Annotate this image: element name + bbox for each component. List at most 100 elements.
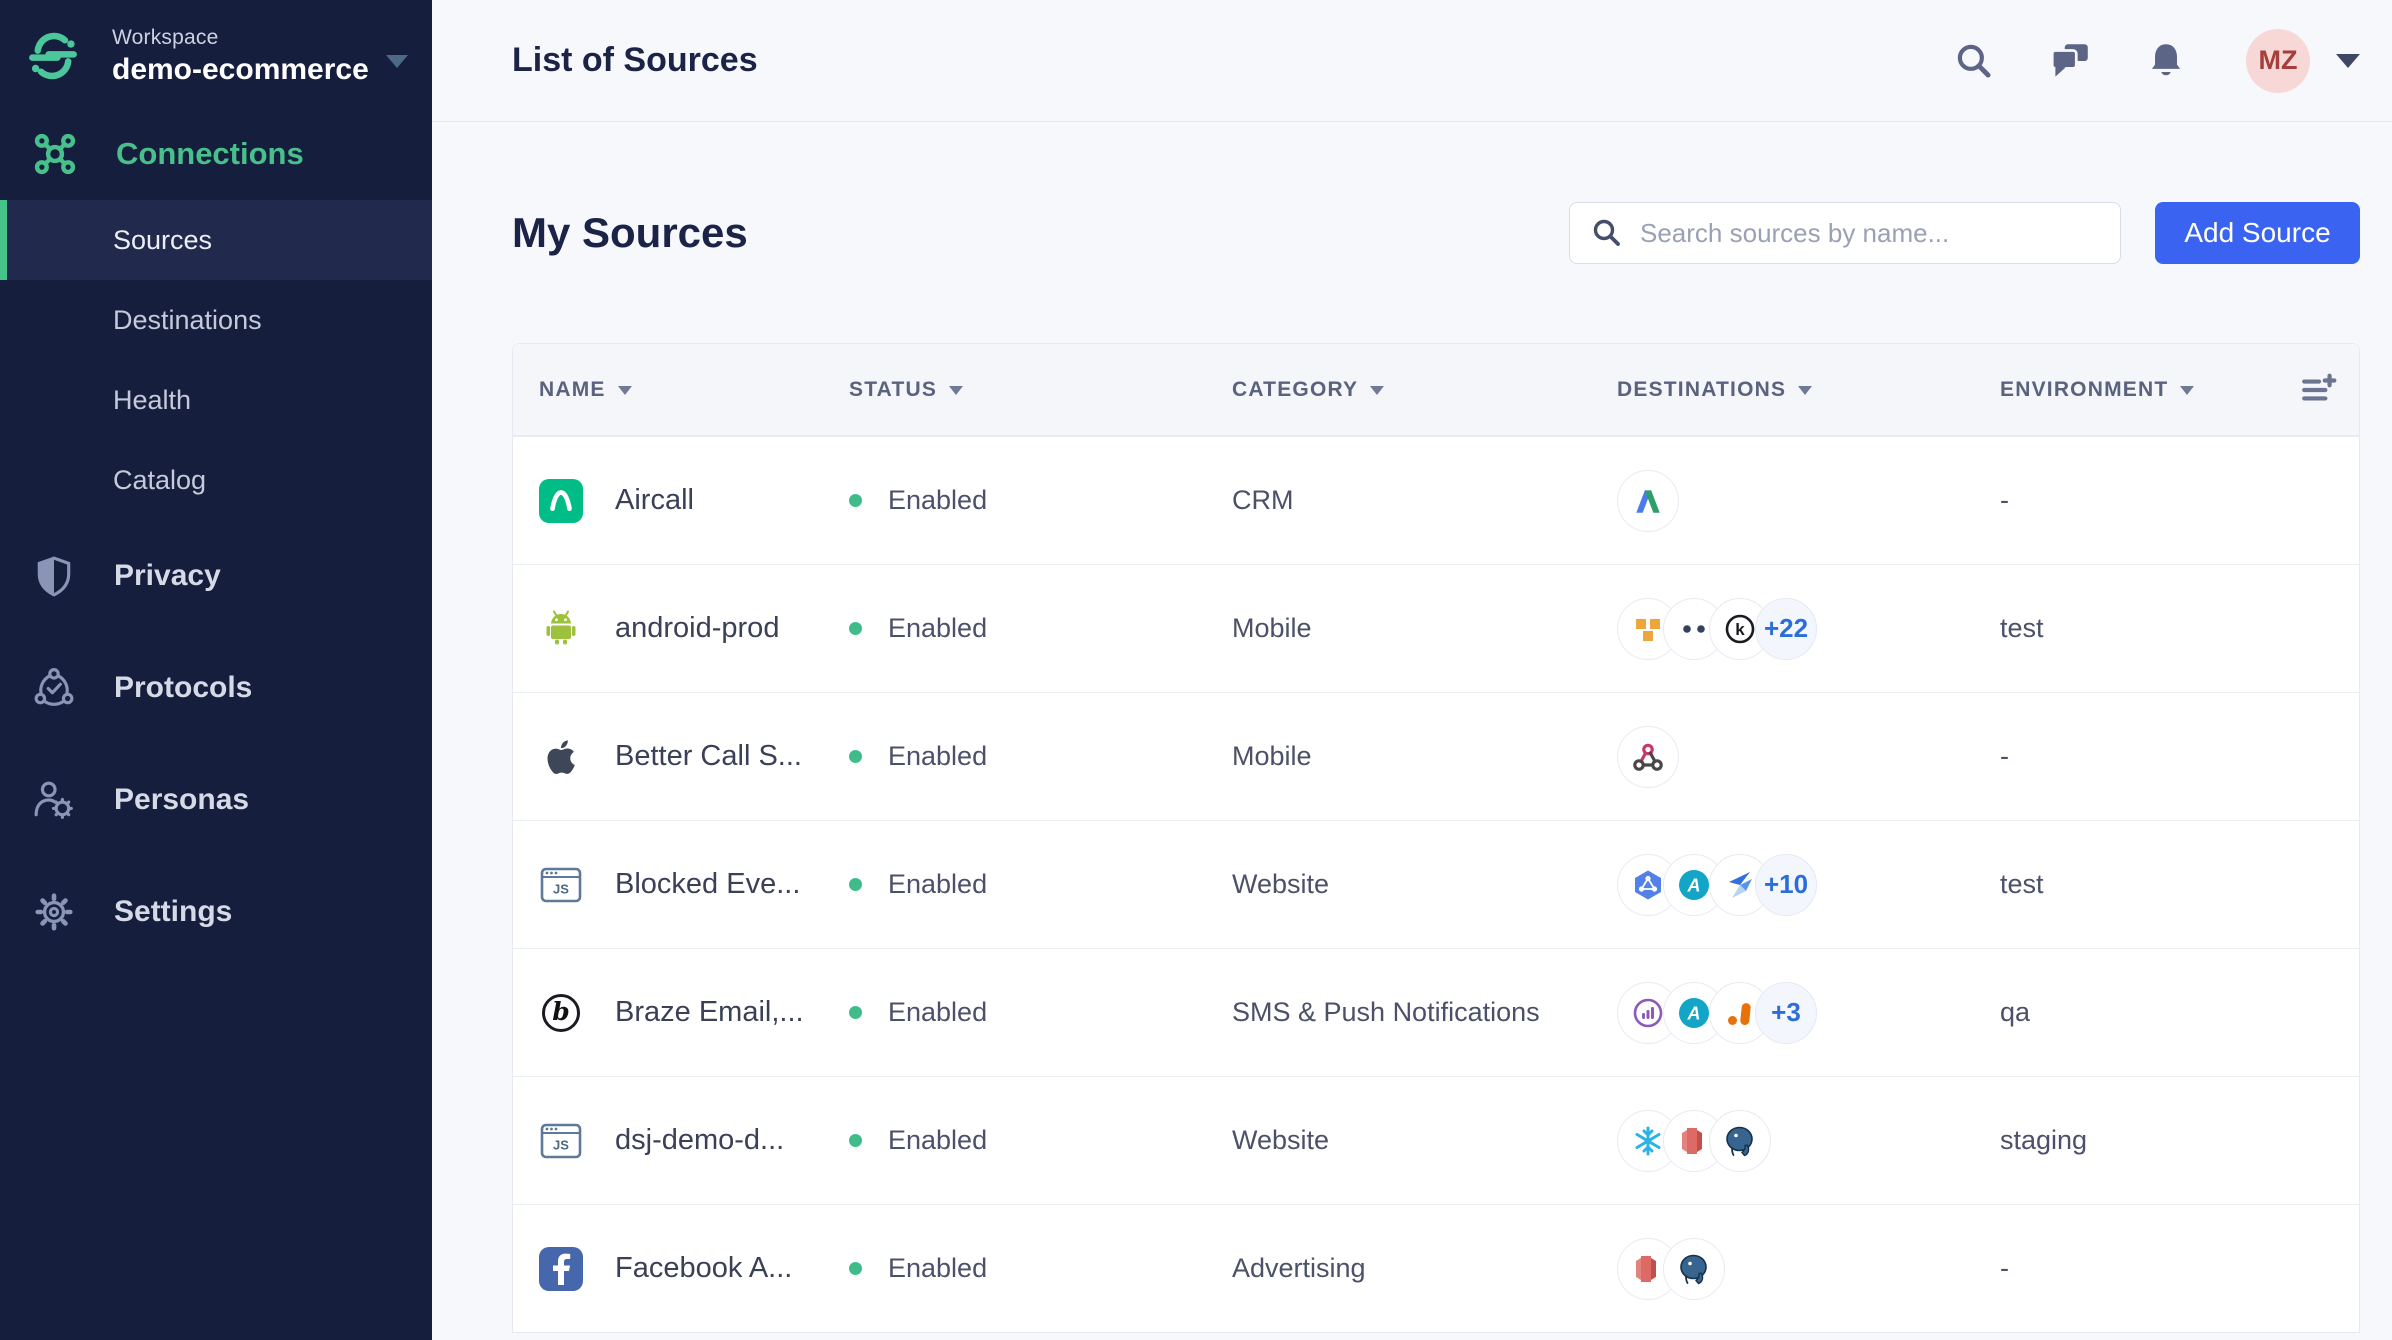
status-text: Enabled xyxy=(888,1125,988,1155)
status-dot xyxy=(849,1134,862,1147)
sidebar-item-health[interactable]: Health xyxy=(0,360,432,440)
bell-icon[interactable] xyxy=(2142,37,2190,85)
source-name: Aircall xyxy=(615,484,694,516)
google-ads-destination-icon xyxy=(1617,469,1679,532)
table-row[interactable]: android-prod Enabled Mobile k +22 test xyxy=(513,564,2359,692)
table-row[interactable]: JS dsj-demo-d... Enabled Website staging xyxy=(513,1076,2359,1204)
column-label: DESTINATIONS xyxy=(1617,377,1787,401)
status-text: Enabled xyxy=(888,613,988,643)
sidebar-item-label: Settings xyxy=(114,895,233,928)
table-row[interactable]: Aircall Enabled CRM - xyxy=(513,436,2359,564)
svg-text:k: k xyxy=(1735,620,1745,639)
column-header-environment[interactable]: ENVIRONMENT xyxy=(2000,378,2300,402)
sidebar-item-connections[interactable]: Connections xyxy=(0,108,432,200)
status-dot xyxy=(849,750,862,763)
status-dot xyxy=(849,1262,862,1275)
app-window: Workspace demo-ecommerce Connections Sou… xyxy=(0,0,2392,1340)
sidebar-item-label: Protocols xyxy=(114,671,253,704)
sidebar-item-label: Privacy xyxy=(114,559,221,592)
sidebar-item-sources[interactable]: Sources xyxy=(0,200,432,280)
add-source-button[interactable]: Add Source xyxy=(2155,202,2360,264)
table-header-row: NAME STATUS CATEGORY DESTINATIONS ENVIRO… xyxy=(513,344,2359,436)
shield-icon xyxy=(32,554,76,598)
column-label: CATEGORY xyxy=(1232,377,1359,401)
sidebar-item-label: Health xyxy=(113,384,192,415)
table-row[interactable]: b Braze Email,... Enabled SMS & Push Not… xyxy=(513,948,2359,1076)
sort-caret-icon xyxy=(1798,386,1813,395)
status-dot xyxy=(849,878,862,891)
workspace-switcher[interactable]: Workspace demo-ecommerce xyxy=(0,0,432,108)
source-name: Better Call S... xyxy=(615,740,802,772)
search-sources-input[interactable] xyxy=(1640,217,2100,249)
sort-caret-icon xyxy=(949,386,964,395)
sort-caret-icon xyxy=(617,386,632,395)
connections-subnav: Sources Destinations Health Catalog xyxy=(0,200,432,520)
svg-text:JS: JS xyxy=(553,1137,569,1152)
main-content: My Sources Add Source NAME xyxy=(432,122,2392,1340)
source-name: Blocked Eve... xyxy=(615,868,801,900)
svg-text:JS: JS xyxy=(553,881,569,896)
column-header-destinations[interactable]: DESTINATIONS xyxy=(1617,378,2000,402)
protocols-icon xyxy=(32,666,76,710)
customize-columns-button[interactable] xyxy=(2300,371,2352,409)
table-row[interactable]: JS Blocked Eve... Enabled Website A +10 … xyxy=(513,820,2359,948)
personas-icon xyxy=(32,778,76,822)
android-source-icon xyxy=(539,607,583,651)
chat-icon[interactable] xyxy=(2046,37,2094,85)
environment-text: - xyxy=(2000,741,2009,771)
facebook-source-icon xyxy=(539,1246,583,1291)
category-text: CRM xyxy=(1232,485,1294,515)
category-text: Mobile xyxy=(1232,741,1312,771)
javascript-website-source-icon: JS xyxy=(539,1119,583,1163)
status-text: Enabled xyxy=(888,485,988,515)
status-text: Enabled xyxy=(888,1253,988,1283)
section-heading: My Sources xyxy=(512,209,748,256)
sidebar-item-label: Sources xyxy=(113,224,213,255)
sort-caret-icon xyxy=(2180,386,2195,395)
postgres-destination-icon xyxy=(1709,1109,1771,1172)
status-dot xyxy=(849,494,862,507)
environment-text: qa xyxy=(2000,997,2031,1027)
segment-logo-icon xyxy=(29,32,77,80)
column-header-status[interactable]: STATUS xyxy=(849,378,1232,402)
workspace-label: Workspace xyxy=(112,25,219,49)
category-text: Website xyxy=(1232,869,1330,899)
destinations-extra-badge: +3 xyxy=(1755,981,1817,1044)
topbar: List of Sources MZ xyxy=(432,0,2392,122)
sidebar-item-label: Connections xyxy=(116,136,304,171)
apple-ios-source-icon xyxy=(539,735,583,779)
source-name: android-prod xyxy=(615,612,780,644)
javascript-website-source-icon: JS xyxy=(539,863,583,907)
user-menu-caret-icon[interactable] xyxy=(2336,53,2360,68)
webhooks-destination-icon xyxy=(1617,725,1679,788)
avatar[interactable]: MZ xyxy=(2246,28,2310,93)
sidebar-item-destinations[interactable]: Destinations xyxy=(0,280,432,360)
column-label: NAME xyxy=(539,377,606,401)
search-icon[interactable] xyxy=(1950,37,1998,85)
sidebar-item-privacy[interactable]: Privacy xyxy=(0,520,432,632)
environment-text: test xyxy=(2000,869,2044,899)
braze-source-icon: b xyxy=(539,991,583,1035)
sidebar-item-settings[interactable]: Settings xyxy=(0,856,432,968)
sidebar-item-label: Destinations xyxy=(113,304,262,335)
svg-text:A: A xyxy=(1687,875,1701,895)
sidebar-item-label: Personas xyxy=(114,783,250,816)
table-row[interactable]: Better Call S... Enabled Mobile - xyxy=(513,692,2359,820)
search-icon xyxy=(1593,219,1620,246)
avatar-initials: MZ xyxy=(2258,45,2298,75)
sidebar-item-personas[interactable]: Personas xyxy=(0,744,432,856)
source-name: dsj-demo-d... xyxy=(615,1124,785,1156)
sidebar-item-protocols[interactable]: Protocols xyxy=(0,632,432,744)
environment-text: staging xyxy=(2000,1125,2088,1155)
add-column-icon xyxy=(2302,373,2337,401)
sort-caret-icon xyxy=(1370,386,1385,395)
gear-icon xyxy=(32,890,76,934)
workspace-caret-icon xyxy=(386,54,408,68)
category-text: SMS & Push Notifications xyxy=(1232,997,1540,1027)
table-row[interactable]: Facebook A... Enabled Advertising - xyxy=(513,1204,2359,1332)
column-header-name[interactable]: NAME xyxy=(539,378,849,402)
environment-text: test xyxy=(2000,613,2044,643)
column-header-category[interactable]: CATEGORY xyxy=(1232,378,1617,402)
category-text: Website xyxy=(1232,1125,1330,1155)
sidebar-item-catalog[interactable]: Catalog xyxy=(0,440,432,520)
